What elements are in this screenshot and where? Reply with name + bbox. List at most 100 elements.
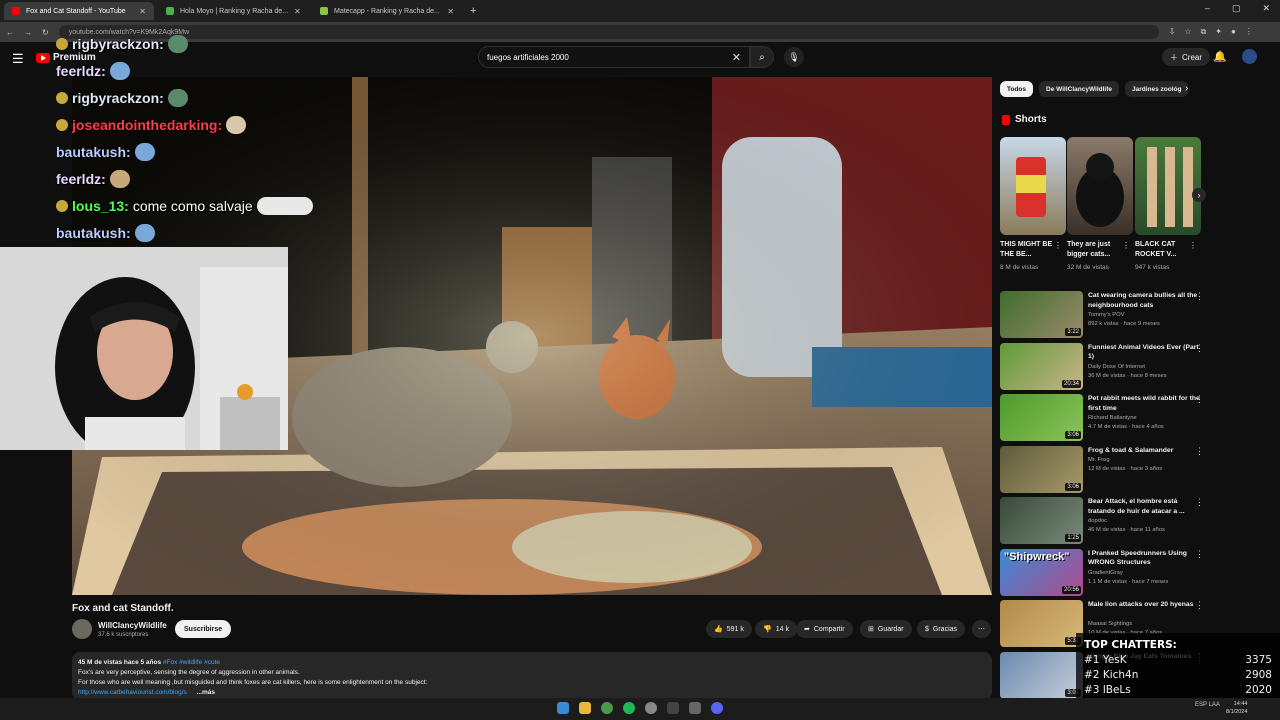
discord-icon[interactable] (711, 702, 723, 714)
create-button[interactable]: ＋ Crear (1162, 48, 1211, 66)
taskbar-clock[interactable]: 14:44 8/1/2024 (1226, 700, 1247, 716)
short-title[interactable]: They are just bigger cats... (1067, 240, 1123, 260)
video-menu-icon[interactable]: ⋮ (1195, 291, 1204, 302)
video-thumbnail[interactable]: 3:06 (1000, 445, 1083, 493)
chevron-right-icon[interactable]: › (1185, 83, 1188, 94)
short-thumbnail[interactable] (1067, 137, 1133, 235)
search-button[interactable]: ⌕ (750, 46, 774, 68)
recommended-video[interactable]: 3:22 Cat wearing camera bullies all the n… (1000, 291, 1204, 341)
back-icon[interactable]: ← (6, 28, 14, 37)
description-link[interactable]: http://www.catbehaviourist.com/blog/s (78, 689, 187, 696)
voice-search-button[interactable]: 🎙 (784, 47, 804, 67)
short-menu-icon[interactable]: ⋮ (1189, 241, 1197, 250)
video-menu-icon[interactable]: ⋮ (1195, 600, 1204, 611)
video-thumbnail[interactable]: 3:22 (1000, 291, 1083, 338)
chrome-icon[interactable] (601, 702, 613, 714)
close-tab-icon[interactable]: ✕ (447, 7, 454, 16)
video-thumbnail[interactable]: 1:25 (1000, 497, 1083, 544)
channel-name[interactable]: WillClancyWildlife (98, 621, 167, 630)
shorts-next-icon[interactable]: › (1192, 188, 1206, 202)
video-channel[interactable]: Richard Ballantyne (1088, 415, 1137, 421)
video-channel[interactable]: Maasai Sightings (1088, 621, 1132, 627)
video-title[interactable]: Funniest Animal Videos Ever (Part 1) (1088, 343, 1200, 362)
short-menu-icon[interactable]: ⋮ (1054, 241, 1062, 250)
close-tab-icon[interactable]: ✕ (139, 7, 146, 16)
video-title[interactable]: Cat wearing camera bullies all the neigh… (1088, 291, 1200, 310)
short-thumbnail[interactable] (1000, 137, 1066, 235)
video-title[interactable]: Male lion attacks over 20 hyenas (1088, 600, 1200, 610)
notifications-bell-icon[interactable]: 🔔 (1213, 50, 1227, 63)
save-button[interactable]: ⊞ Guardar (860, 620, 912, 638)
chip-all[interactable]: Todos (1000, 81, 1034, 97)
chip-zoo[interactable]: Jardines zoológ (1125, 81, 1189, 97)
video-title[interactable]: Bear Attack, el hombre está tratando de … (1088, 497, 1200, 516)
account-avatar[interactable] (1242, 49, 1257, 64)
browser-tab-youtube[interactable]: Fox and Cat Standoff - YouTube ✕ (4, 2, 154, 20)
close-window-button[interactable]: ✕ (1262, 3, 1270, 14)
reload-icon[interactable]: ↻ (42, 28, 49, 37)
file-explorer-icon[interactable] (579, 702, 591, 714)
video-channel[interactable]: Mr. Frog (1088, 457, 1110, 463)
start-icon[interactable] (557, 702, 569, 714)
video-description[interactable]: 45 M de vistas hace 5 años #Fox #wildlif… (72, 652, 992, 700)
thanks-button[interactable]: $ Gracias (917, 620, 966, 638)
forward-icon[interactable]: → (24, 28, 32, 37)
app-icon[interactable] (667, 702, 679, 714)
browser-tab-ranking[interactable]: Hola Moyo | Ranking y Racha de... ✕ (158, 2, 308, 20)
hamburger-menu-icon[interactable]: ☰ (12, 51, 24, 67)
like-button[interactable]: 👍 591 k (706, 620, 752, 638)
video-channel[interactable]: Daily Dose Of Internet (1088, 364, 1145, 370)
new-tab-button[interactable]: + (470, 5, 476, 17)
video-thumbnail[interactable]: "Shipwreck" 20:56 (1000, 548, 1083, 596)
hashtags[interactable]: #Fox #wildlife #cute (163, 659, 220, 666)
system-tray-lang[interactable]: ESP LAA (1195, 702, 1220, 708)
app-icon[interactable] (645, 702, 657, 714)
thumbnail-text: "Shipwreck" (1004, 550, 1070, 563)
video-title[interactable]: Pet rabbit meets wild rabbit for the fir… (1088, 394, 1200, 413)
close-tab-icon[interactable]: ✕ (294, 7, 301, 16)
dislike-button[interactable]: 👎 14 k (755, 620, 797, 638)
recommended-video[interactable]: "Shipwreck" 20:56 I Pranked Speedrunners U… (1000, 548, 1204, 599)
app-icon[interactable] (689, 702, 701, 714)
recommended-video[interactable]: 3:06 Pet rabbit meets wild rabbit for the… (1000, 394, 1204, 444)
kebab-menu-icon[interactable]: ⋮ (1245, 27, 1253, 37)
video-menu-icon[interactable]: ⋮ (1195, 497, 1204, 508)
profile-icon[interactable]: ● (1231, 27, 1236, 37)
video-thumbnail[interactable]: 5:31 (1000, 600, 1083, 647)
clear-search-icon[interactable]: ✕ (732, 51, 741, 64)
minimize-button[interactable]: – (1205, 3, 1210, 14)
bookmark-star-icon[interactable]: ☆ (1184, 27, 1191, 37)
video-menu-icon[interactable]: ⋮ (1195, 549, 1204, 560)
video-menu-icon[interactable]: ⋮ (1195, 394, 1204, 405)
chip-channel[interactable]: De WillClancyWildlife (1039, 81, 1119, 97)
puzzle-icon[interactable]: ✦ (1215, 27, 1222, 37)
subscribe-button[interactable]: Suscribirse (175, 620, 232, 638)
short-title[interactable]: BLACK CAT ROCKET V... (1135, 240, 1191, 260)
recommended-video[interactable]: 1:25 Bear Attack, el hombre está tratando… (1000, 497, 1204, 547)
short-menu-icon[interactable]: ⋮ (1122, 241, 1130, 250)
video-thumbnail[interactable]: 20:34 (1000, 342, 1083, 390)
show-more-link[interactable]: ...más (197, 689, 215, 696)
video-channel[interactable]: GradientGray (1088, 570, 1123, 576)
spotify-icon[interactable] (623, 702, 635, 714)
video-channel[interactable]: dopdoc (1088, 518, 1107, 524)
video-menu-icon[interactable]: ⋮ (1195, 446, 1204, 457)
short-thumbnail[interactable] (1135, 137, 1201, 235)
video-title[interactable]: Frog & toad & Salamander (1088, 446, 1200, 456)
video-channel[interactable]: Tommy's POV (1088, 312, 1125, 318)
install-icon[interactable]: ⇩ (1169, 27, 1176, 37)
recommended-video[interactable]: 3:06 Frog & toad & Salamander Mr. Frog 12 M… (1000, 445, 1204, 496)
more-actions-button[interactable]: ⋯ (972, 620, 991, 638)
browser-tab-matecapp[interactable]: Matecapp - Ranking y Racha de... ✕ (312, 2, 462, 20)
search-input[interactable]: fuegos artificiales 2000 ✕ (478, 46, 750, 68)
video-title[interactable]: I Pranked Speedrunners Using WRONG Struc… (1088, 549, 1200, 568)
video-menu-icon[interactable]: ⋮ (1195, 343, 1204, 354)
short-title[interactable]: THIS MIGHT BE THE BE... (1000, 240, 1056, 260)
share-button[interactable]: ➦ Compartir (796, 620, 853, 638)
recommended-video[interactable]: 20:34 Funniest Animal Videos Ever (Part 1… (1000, 342, 1204, 393)
extension-icon[interactable]: ⧉ (1201, 27, 1207, 37)
video-thumbnail[interactable]: 3:01 (1000, 651, 1083, 699)
video-thumbnail[interactable]: 3:06 (1000, 394, 1083, 441)
channel-avatar[interactable] (72, 619, 92, 639)
maximize-button[interactable]: ▢ (1232, 3, 1241, 14)
